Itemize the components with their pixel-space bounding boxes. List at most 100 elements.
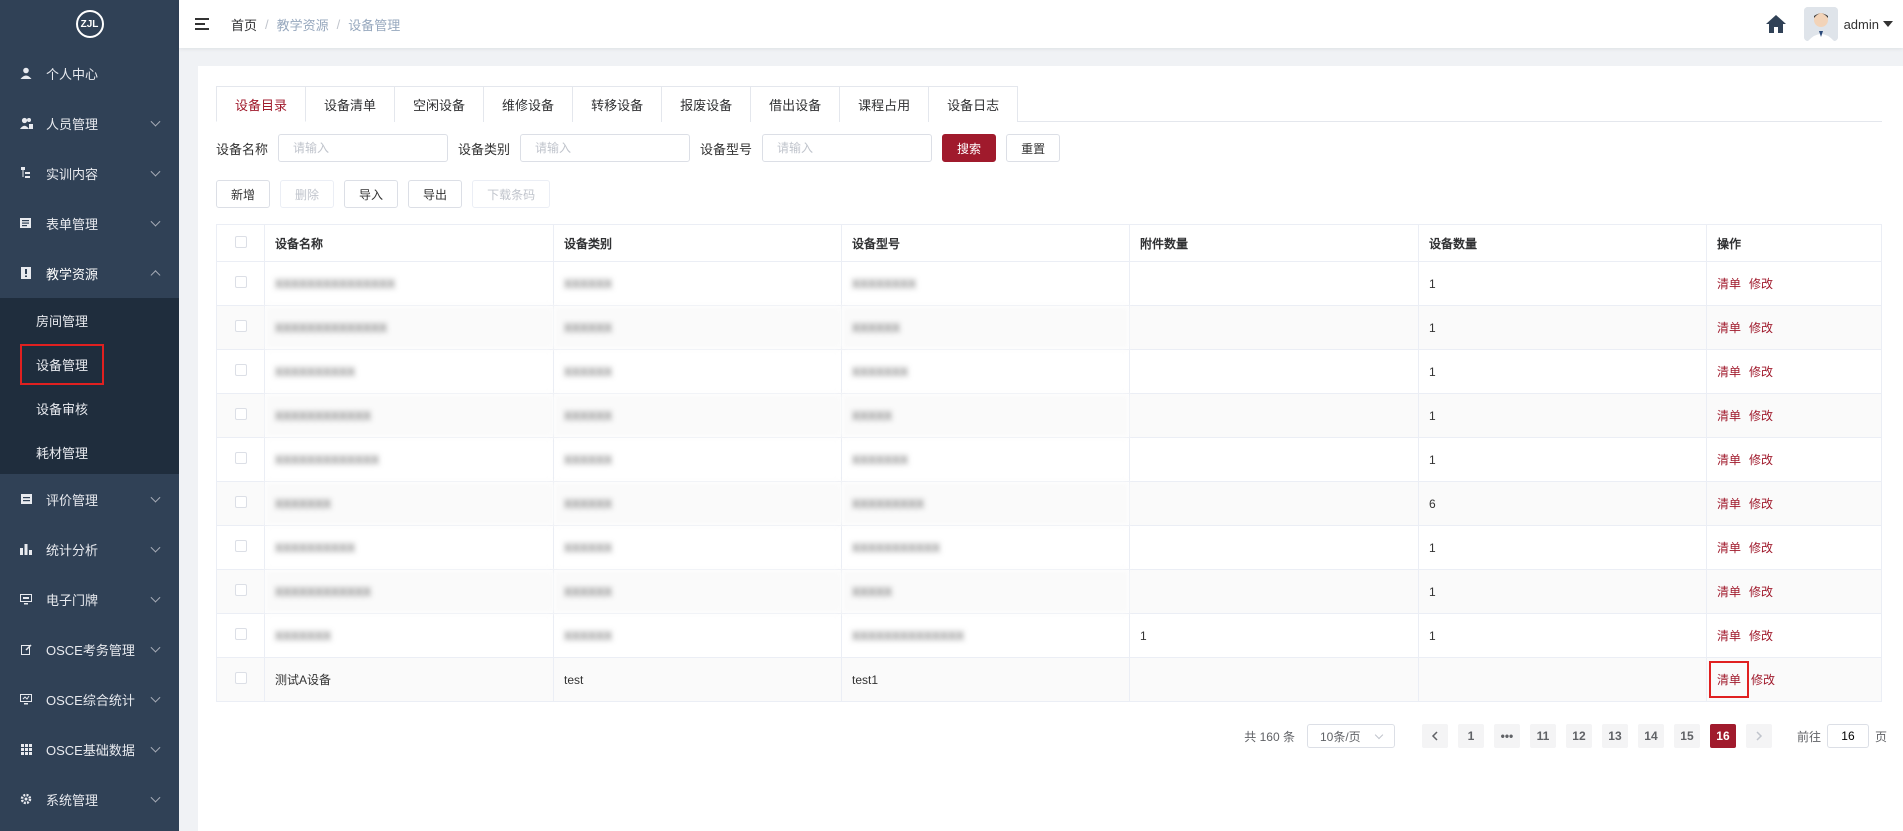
edit-link[interactable]: 修改 [1749, 453, 1773, 467]
sidebar-item-personal[interactable]: 个人中心 [0, 48, 179, 98]
submenu-item-rooms[interactable]: 房间管理 [0, 298, 179, 342]
row-checkbox[interactable] [234, 672, 247, 684]
list-link[interactable]: 清单 [1717, 365, 1741, 379]
tab-scrapped-equipment[interactable]: 报废设备 [662, 86, 752, 122]
row-checkbox[interactable] [234, 584, 247, 596]
tab-idle-equipment[interactable]: 空闲设备 [395, 86, 485, 122]
row-checkbox[interactable] [234, 540, 247, 552]
chevron-down-icon [150, 792, 161, 803]
tab-transfer-equipment[interactable]: 转移设备 [573, 86, 663, 122]
reset-button[interactable]: 重置 [1006, 134, 1061, 162]
user-name[interactable]: admin [1844, 17, 1879, 32]
list-link[interactable]: 清单 [1717, 585, 1741, 599]
edit-link[interactable]: 修改 [1749, 497, 1773, 511]
page-button[interactable]: 14 [1637, 724, 1664, 748]
main-content: 设备目录 设备清单 空闲设备 维修设备 转移设备 报废设备 借出设备 课程占用 … [198, 66, 1903, 831]
row-checkbox[interactable] [234, 496, 247, 508]
edit-link[interactable]: 修改 [1749, 629, 1773, 643]
cell-attachments [1129, 437, 1419, 482]
edit-link[interactable]: 修改 [1749, 277, 1773, 291]
page-button[interactable]: 1 [1457, 724, 1484, 748]
equipment-name-input[interactable] [278, 134, 449, 162]
equipment-category-input[interactable] [520, 134, 691, 162]
export-button[interactable]: 导出 [408, 180, 463, 208]
row-checkbox[interactable] [234, 276, 247, 288]
list-link[interactable]: 清单 [1717, 541, 1741, 555]
list-link[interactable]: 清单 [1717, 453, 1741, 467]
sidebar-item-statistics[interactable]: 统计分析 [0, 524, 179, 574]
submenu-item-equipment[interactable]: 设备管理 [0, 342, 179, 386]
hamburger-icon[interactable] [195, 18, 211, 30]
list-link[interactable]: 清单 [1717, 277, 1741, 291]
page-ellipsis[interactable]: ••• [1493, 724, 1520, 748]
edit-link[interactable]: 修改 [1749, 541, 1773, 555]
list-link-highlighted[interactable]: 清单 [1709, 661, 1750, 698]
row-checkbox[interactable] [234, 408, 247, 420]
chevron-down-icon [150, 642, 161, 653]
sidebar-item-forms[interactable]: 表单管理 [0, 198, 179, 248]
select-all-checkbox[interactable] [234, 235, 247, 248]
tab-repair-equipment[interactable]: 维修设备 [484, 86, 574, 122]
row-checkbox[interactable] [234, 364, 247, 376]
sidebar-item-system[interactable]: 系统管理 [0, 774, 179, 824]
chevron-down-icon [150, 166, 161, 177]
book-icon [18, 267, 34, 279]
sidebar-item-teaching-resources[interactable]: 教学资源 [0, 248, 179, 298]
cell-operations: 清单 修改 [1706, 569, 1882, 614]
equipment-model-input[interactable] [762, 134, 933, 162]
tab-equipment-catalog[interactable]: 设备目录 [216, 86, 307, 122]
edit-link[interactable]: 修改 [1751, 673, 1775, 687]
sidebar-item-evaluation[interactable]: 评价管理 [0, 474, 179, 524]
cell-category: XXXXXX [553, 613, 842, 658]
home-icon[interactable] [1764, 12, 1788, 36]
cell-model: XXXXXXXXXXXXXX [841, 613, 1130, 658]
download-barcode-button[interactable]: 下载条码 [472, 180, 551, 208]
cell-model: XXXXXXXX [841, 261, 1130, 306]
sidebar-item-personnel[interactable]: 人员管理 [0, 98, 179, 148]
submenu-item-label: 房间管理 [36, 313, 89, 329]
list-link[interactable]: 清单 [1717, 629, 1741, 643]
tab-loaned-equipment[interactable]: 借出设备 [751, 86, 841, 122]
edit-link[interactable]: 修改 [1749, 365, 1773, 379]
sidebar-item-osce-exam[interactable]: OSCE考务管理 [0, 624, 179, 674]
breadcrumb-home[interactable]: 首页 [231, 15, 257, 34]
import-button[interactable]: 导入 [344, 180, 399, 208]
cell-category: XXXXXX [553, 569, 842, 614]
add-button[interactable]: 新增 [216, 180, 271, 208]
cell-name: XXXXXXX [264, 481, 554, 526]
avatar[interactable] [1803, 7, 1838, 41]
list-link[interactable]: 清单 [1717, 321, 1741, 335]
row-checkbox[interactable] [234, 452, 247, 464]
page-button[interactable]: 11 [1529, 724, 1556, 748]
sidebar-item-osce-stats[interactable]: OSCE综合统计 [0, 674, 179, 724]
table-header-row: 设备名称 设备类别 设备型号 附件数量 设备数量 操作 [216, 224, 1882, 262]
page-button[interactable]: 12 [1565, 724, 1592, 748]
submenu-item-consumables[interactable]: 耗材管理 [0, 430, 179, 474]
tab-equipment-list[interactable]: 设备清单 [306, 86, 396, 122]
goto-page-input[interactable] [1826, 724, 1869, 748]
edit-link[interactable]: 修改 [1749, 585, 1773, 599]
next-page-button[interactable] [1745, 724, 1772, 748]
caret-down-icon[interactable] [1883, 21, 1893, 27]
list-link[interactable]: 清单 [1717, 409, 1741, 423]
sidebar-item-training[interactable]: 实训内容 [0, 148, 179, 198]
submenu-item-equipment-review[interactable]: 设备审核 [0, 386, 179, 430]
tab-equipment-log[interactable]: 设备日志 [929, 86, 1019, 122]
row-checkbox[interactable] [234, 628, 247, 640]
sidebar-item-e-sign[interactable]: 电子门牌 [0, 574, 179, 624]
page-button-current[interactable]: 16 [1709, 724, 1736, 748]
search-button[interactable]: 搜索 [942, 134, 997, 162]
page-button[interactable]: 15 [1673, 724, 1700, 748]
tab-course-occupancy[interactable]: 课程占用 [840, 86, 930, 122]
page-button[interactable]: 13 [1601, 724, 1628, 748]
row-checkbox[interactable] [234, 320, 247, 332]
prev-page-button[interactable] [1421, 724, 1448, 748]
sidebar-item-osce-basic[interactable]: OSCE基础数据 [0, 724, 179, 774]
edit-link[interactable]: 修改 [1749, 321, 1773, 335]
page-size-select[interactable]: 10条/页 [1306, 724, 1395, 748]
edit-link[interactable]: 修改 [1749, 409, 1773, 423]
list-link[interactable]: 清单 [1717, 497, 1741, 511]
cell-quantity: 1 [1418, 393, 1707, 438]
tab-bar: 设备目录 设备清单 空闲设备 维修设备 转移设备 报废设备 借出设备 课程占用 … [216, 86, 1882, 122]
delete-button[interactable]: 删除 [280, 180, 335, 208]
